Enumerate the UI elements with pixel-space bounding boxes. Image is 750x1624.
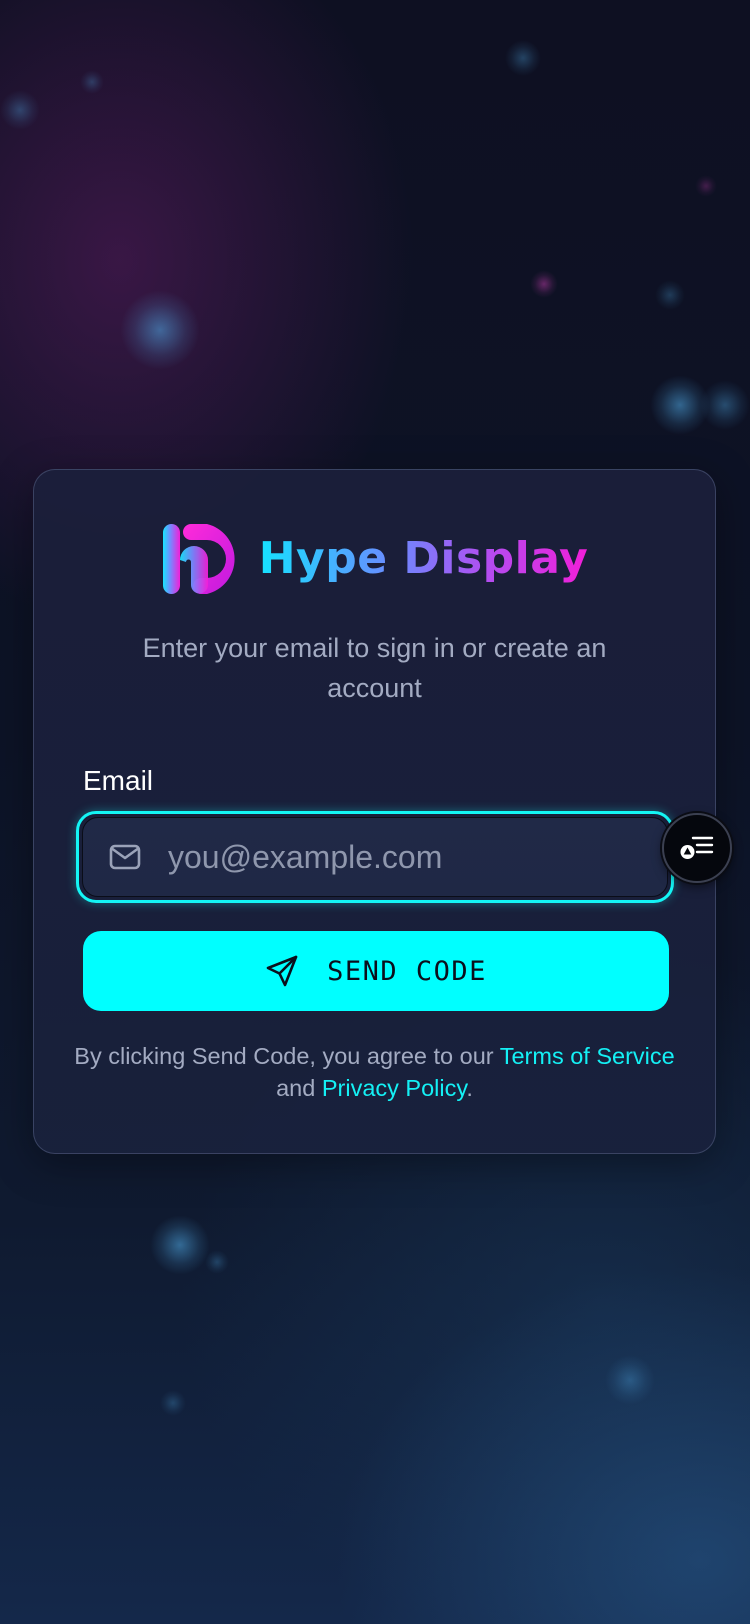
email-input[interactable] [168,827,667,887]
legal-suffix: . [466,1075,473,1101]
mail-icon [108,844,142,870]
email-label: Email [83,765,154,796]
legal-notice: By clicking Send Code, you agree to our … [74,1040,675,1104]
email-field[interactable] [82,817,668,897]
send-code-label: SEND CODE [327,955,487,987]
sign-in-card: Hype Display Enter your email to sign in… [33,469,716,1154]
menu-list-icon [680,836,714,859]
brand: Hype Display [34,522,715,596]
brand-name: Hype Display [259,522,589,596]
legal-prefix: By clicking Send Code, you agree to our [74,1043,500,1069]
send-code-button[interactable]: SEND CODE [83,931,669,1011]
sign-in-subtitle: Enter your email to sign in or create an… [142,633,607,703]
privacy-policy-link[interactable]: Privacy Policy [322,1075,467,1101]
hd-logo-icon [162,524,235,594]
send-icon [265,954,299,988]
floating-menu-button[interactable] [662,813,732,883]
legal-middle: and [276,1075,322,1101]
terms-of-service-link[interactable]: Terms of Service [500,1043,675,1069]
